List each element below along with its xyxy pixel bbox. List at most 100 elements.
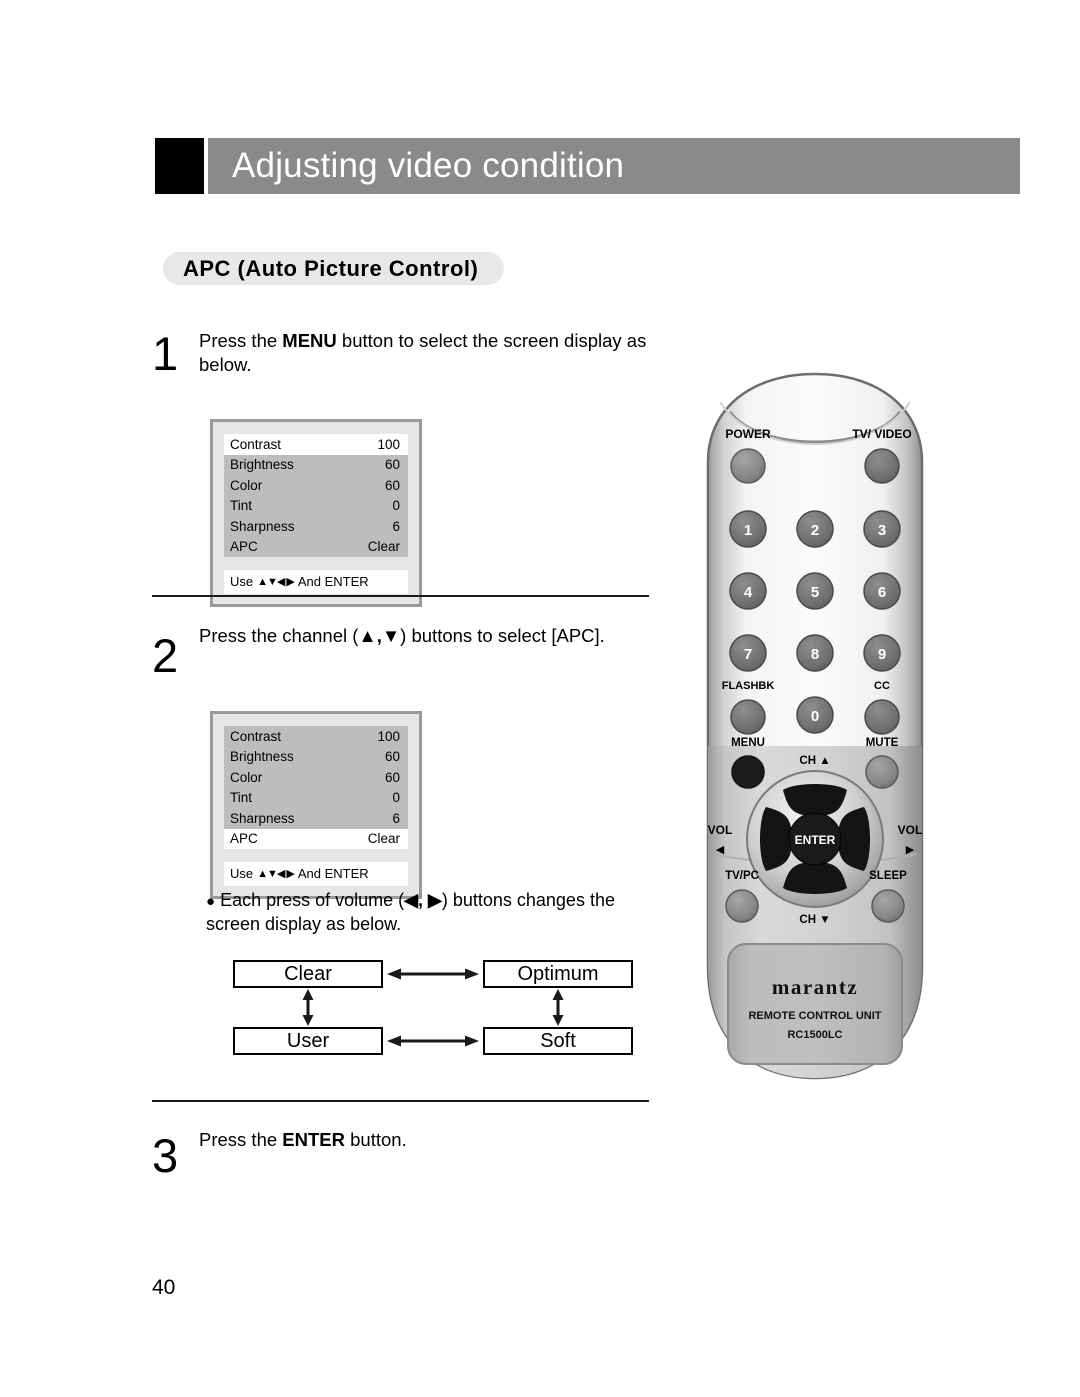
- section-divider: [152, 595, 649, 597]
- step-text-1: Press the MENU button to select the scre…: [199, 329, 669, 378]
- remote-button-mute[interactable]: [865, 755, 899, 789]
- flow-label-user: User: [286, 1029, 330, 1052]
- section-heading-label: APC (Auto Picture Control): [183, 255, 479, 281]
- osd-row[interactable]: Color 60: [224, 767, 408, 788]
- osd-row-label: Color: [230, 769, 263, 785]
- osd-row-label: Color: [230, 477, 263, 493]
- osd-footer-prefix: Use: [230, 866, 254, 881]
- osd-row-value: 0: [392, 498, 400, 513]
- step-number-3: 3: [152, 1129, 179, 1182]
- section-heading-pill: APC (Auto Picture Control): [163, 252, 505, 285]
- remote-keypad-label: 3: [878, 522, 886, 539]
- osd-row-value: 6: [392, 810, 400, 826]
- header-accent-square: [155, 138, 204, 194]
- step-2-text-after: ) buttons to select [APC].: [400, 625, 605, 646]
- remote-button-power[interactable]: [730, 448, 766, 484]
- osd-row[interactable]: Tint 0: [224, 496, 408, 517]
- osd-row[interactable]: APC Clear: [224, 537, 408, 558]
- remote-label-flashbk: FLASHBK: [722, 680, 775, 692]
- remote-branding-panel: marantz REMOTE CONTROL UNIT RC1500LC: [727, 943, 903, 1065]
- remote-label-mute: MUTE: [866, 737, 899, 749]
- section-divider: [152, 1100, 649, 1102]
- remote-label-sleep: SLEEP: [869, 870, 907, 882]
- flow-label-clear: Clear: [284, 962, 332, 985]
- flow-box-soft: Soft: [483, 1027, 633, 1055]
- step-2-text-before: Press the channel (: [199, 625, 359, 646]
- remote-label-menu: MENU: [731, 737, 765, 749]
- osd-row-label: Tint: [230, 498, 253, 513]
- osd-footer-hint: Use ▲▼◀ ▶ And ENTER: [224, 570, 408, 594]
- osd-item-list: Contrast 100 Brightness 60 Color 60 Tint…: [224, 434, 408, 557]
- remote-keypad-label: 9: [878, 646, 886, 663]
- remote-dpad: ENTER: [746, 770, 884, 908]
- osd-row-value: 60: [384, 749, 400, 764]
- osd-row[interactable]: Tint 0: [224, 788, 408, 809]
- osd-row[interactable]: Brightness 60: [224, 747, 408, 768]
- osd-row[interactable]: APC Clear: [224, 828, 408, 849]
- osd-row-value: 0: [392, 790, 400, 805]
- osd-row-value: 100: [377, 728, 400, 744]
- osd-row[interactable]: Sharpness 6: [224, 808, 408, 829]
- osd-row-value: 6: [392, 518, 400, 534]
- remote-keypad-label: 5: [811, 584, 819, 601]
- osd-footer-arrows-icon: ▲▼◀ ▶: [257, 576, 295, 588]
- osd-row[interactable]: Contrast 100: [224, 726, 408, 747]
- remote-keypad-label: 4: [744, 584, 753, 601]
- osd-row[interactable]: Color 60: [224, 475, 408, 496]
- osd-row-value: 60: [384, 457, 400, 472]
- remote-label-power: POWER: [725, 427, 771, 441]
- step-3-bold-term: ENTER: [282, 1129, 345, 1150]
- remote-label-cc: CC: [874, 680, 890, 692]
- page-number: 40: [152, 1276, 176, 1299]
- remote-button-flashbk[interactable]: [730, 699, 766, 735]
- remote-label-vol-right: VOL: [898, 823, 923, 837]
- remote-label-ch-up: CH ▲: [799, 755, 830, 767]
- step-3-text-after: button.: [345, 1129, 407, 1150]
- osd-footer-arrows-icon: ▲▼◀ ▶: [257, 868, 295, 880]
- remote-label-tv-video: TV/ VIDEO: [852, 427, 911, 441]
- remote-button-tv-video[interactable]: [864, 448, 900, 484]
- osd-row-label: Sharpness: [230, 518, 295, 534]
- flow-arrow-clear-user-icon: [302, 989, 314, 1026]
- remote-keypad-label: 6: [878, 584, 886, 601]
- remote-vol-left-arrow-icon: ◀: [716, 844, 725, 856]
- osd-row[interactable]: Sharpness 6: [224, 516, 408, 537]
- bullet-text-before: Each press of volume (: [215, 890, 405, 910]
- step-text-3: Press the ENTER button.: [199, 1128, 669, 1152]
- osd-row-label: Contrast: [230, 728, 282, 744]
- remote-button-tv-pc[interactable]: [725, 889, 759, 923]
- remote-button-cc[interactable]: [864, 699, 900, 735]
- step-1-bold-term: MENU: [282, 330, 337, 351]
- osd-row-label: Contrast: [230, 436, 282, 452]
- remote-keypad-label: 7: [744, 646, 752, 663]
- osd-footer-hint: Use ▲▼◀ ▶ And ENTER: [224, 862, 408, 886]
- remote-brand-logo: marantz: [772, 975, 858, 999]
- apc-mode-cycle-diagram: Clear Optimum User Soft: [233, 960, 633, 1055]
- osd-row-label: Brightness: [230, 457, 294, 472]
- osd-footer-prefix: Use: [230, 574, 254, 589]
- remote-vol-right-arrow-icon: ▶: [906, 844, 915, 856]
- bullet-note: ● Each press of volume (◀, ▶) buttons ch…: [206, 889, 656, 937]
- flow-box-optimum: Optimum: [483, 960, 633, 988]
- osd-row-label: Tint: [230, 790, 253, 805]
- step-number-1: 1: [152, 327, 179, 380]
- osd-row-value: Clear: [367, 539, 400, 554]
- osd-row[interactable]: Contrast 100: [224, 434, 408, 455]
- remote-button-sleep[interactable]: [871, 889, 905, 923]
- page-title: Adjusting video condition: [232, 146, 625, 185]
- osd-row-label: APC: [230, 831, 258, 846]
- remote-button-menu[interactable]: [731, 755, 765, 789]
- osd-screen-step1: Contrast 100 Brightness 60 Color 60 Tint…: [210, 419, 422, 607]
- step-number-2: 2: [152, 629, 179, 682]
- step-1-text-before: Press the: [199, 330, 283, 351]
- remote-label-vol-left: VOL: [708, 823, 733, 837]
- osd-row-label: Sharpness: [230, 810, 295, 826]
- remote-keypad-label: 1: [744, 522, 752, 539]
- bullet-dot-icon: ●: [206, 893, 216, 910]
- osd-row[interactable]: Brightness 60: [224, 455, 408, 476]
- remote-unit-label: REMOTE CONTROL UNIT: [748, 1010, 881, 1022]
- osd-row-label: Brightness: [230, 749, 294, 764]
- step-2-arrow-icons: ▲,▼: [358, 625, 401, 646]
- osd-item-list: Contrast 100 Brightness 60 Color 60 Tint…: [224, 726, 408, 849]
- remote-model-number: RC1500LC: [787, 1029, 842, 1041]
